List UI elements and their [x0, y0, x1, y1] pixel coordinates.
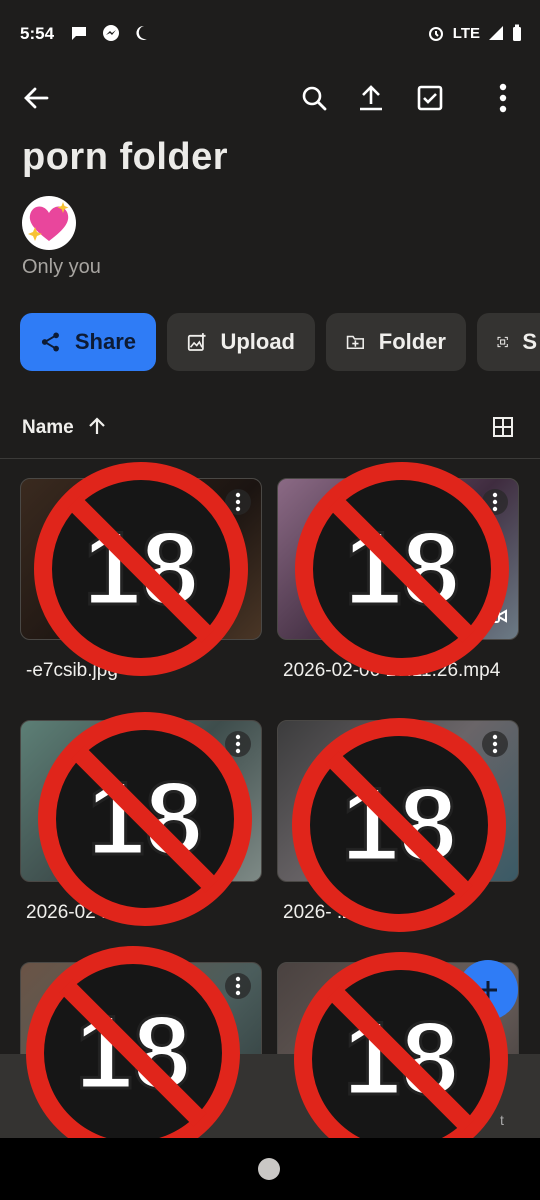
share-label: Share [74, 329, 136, 354]
sort-by-name-button[interactable]: Name [22, 416, 107, 439]
folder-title: porn folder [22, 136, 229, 178]
upload-icon [360, 85, 382, 111]
age-restriction-icon: 18 [34, 462, 248, 676]
scan-icon [497, 336, 508, 348]
alarm-icon [428, 27, 443, 41]
sharing-status: Only you [22, 256, 101, 278]
arrow-up-icon [89, 417, 105, 434]
age-restriction-icon: 18 [295, 462, 509, 676]
top-app-bar [0, 70, 540, 124]
add-photo-icon [187, 333, 206, 351]
more-vert-icon [499, 83, 507, 113]
home-button[interactable] [258, 1158, 280, 1180]
status-time: 5:54 [20, 24, 55, 43]
signal-icon [489, 26, 503, 40]
heart-sparkle-icon [28, 202, 69, 241]
checkbox-icon [417, 85, 443, 111]
grid-view-icon [493, 417, 513, 437]
share-button[interactable]: Share [20, 313, 156, 371]
back-button[interactable] [20, 82, 52, 114]
age-restriction-icon: 18 [26, 946, 240, 1160]
upload-chip[interactable]: Upload [167, 313, 315, 371]
new-folder-icon [346, 335, 364, 350]
action-chips: Share Upload Folder S [20, 313, 540, 371]
grid-view-toggle[interactable] [492, 416, 514, 443]
messenger-icon [103, 25, 119, 41]
status-bar: 5:54 LTE [0, 0, 540, 66]
upload-button[interactable] [355, 82, 387, 114]
scan-chip[interactable]: S [477, 313, 540, 371]
select-button[interactable] [414, 82, 446, 114]
share-icon [41, 332, 59, 352]
more-options-button[interactable] [487, 82, 519, 114]
chat-bubble-icon [72, 27, 86, 40]
search-icon [302, 86, 327, 111]
scan-label: S [522, 329, 537, 354]
age-restriction-icon: 18 [38, 712, 252, 926]
sort-label: Name [22, 417, 74, 438]
avatar[interactable] [22, 196, 76, 250]
upload-label: Upload [220, 329, 295, 354]
age-restriction-icon: 18 [292, 718, 506, 932]
search-button[interactable] [298, 82, 330, 114]
sort-row: Name [0, 402, 540, 459]
arrow-back-icon [24, 87, 49, 109]
folder-label: Folder [378, 329, 446, 354]
new-folder-chip[interactable]: Folder [326, 313, 466, 371]
moon-icon [136, 25, 147, 40]
network-type: LTE [452, 24, 480, 42]
battery-icon [513, 24, 521, 41]
